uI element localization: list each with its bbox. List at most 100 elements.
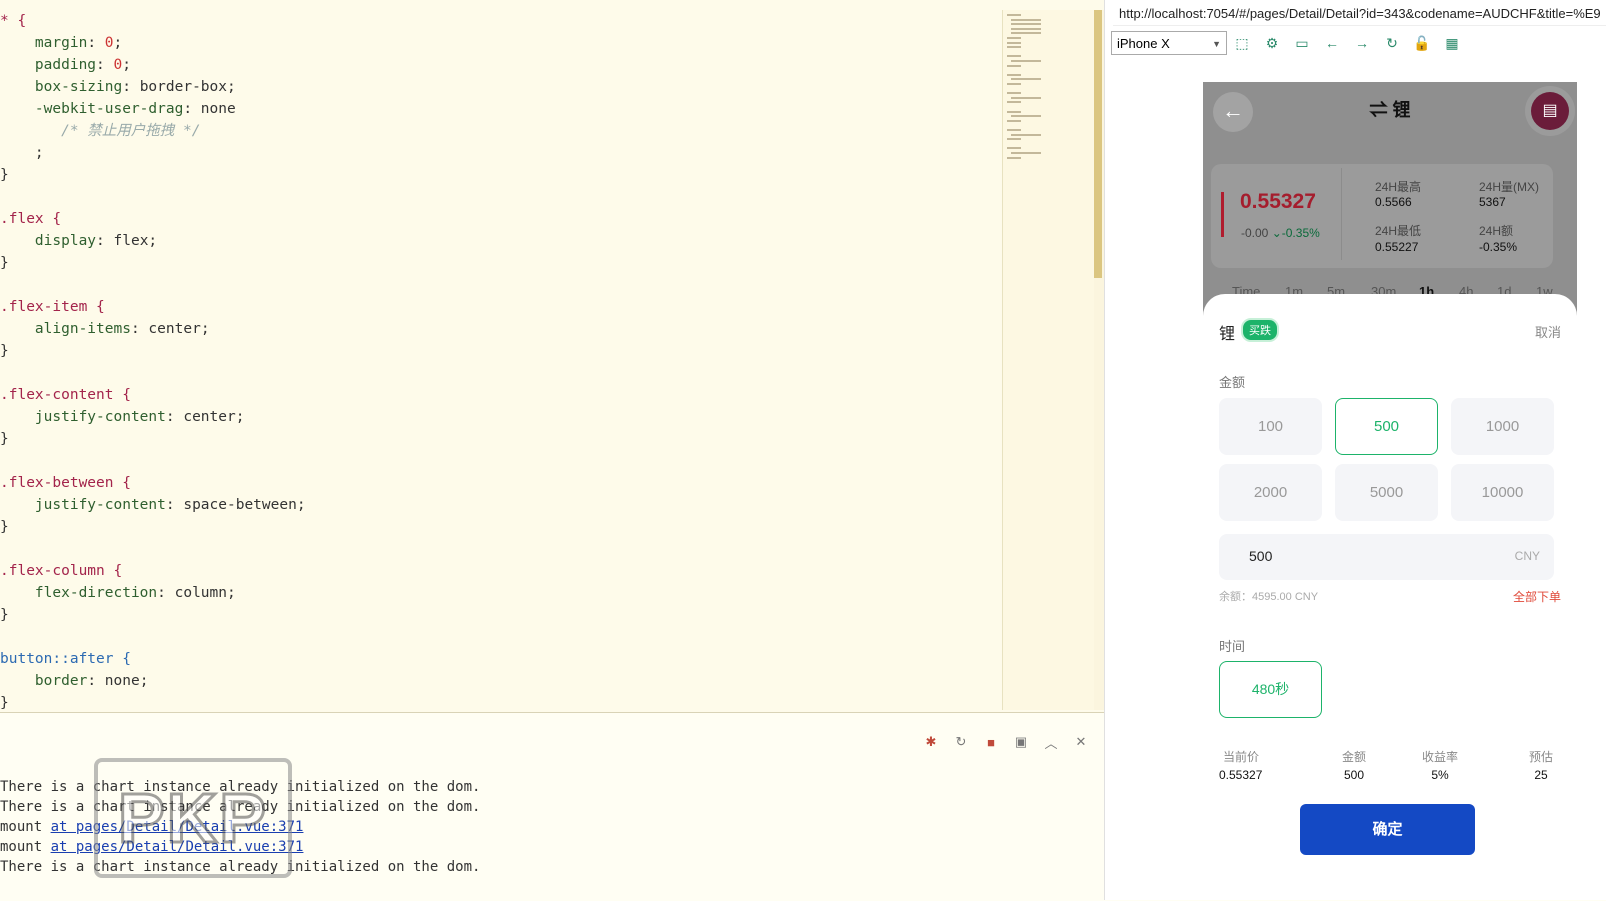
code-editor[interactable]: * { margin: 0; padding: 0; box-sizing: b… bbox=[0, 0, 1104, 712]
time-option-button[interactable]: 480秒 bbox=[1219, 661, 1322, 718]
code-line: .flex-column { bbox=[0, 560, 1000, 582]
closing-brace: } bbox=[0, 167, 9, 183]
all-in-button[interactable]: 全部下单 bbox=[1513, 588, 1561, 605]
amount-option-1000[interactable]: 1000 bbox=[1451, 398, 1554, 455]
amount-option-5000[interactable]: 5000 bbox=[1335, 464, 1438, 521]
stat-vol-label: 24H量(MX) bbox=[1479, 180, 1540, 194]
code-line: } bbox=[0, 516, 1000, 538]
time-label: 时间 bbox=[1219, 639, 1246, 654]
qr-code-icon[interactable]: ▦ bbox=[1443, 34, 1461, 52]
code-line: box-sizing: border-box; bbox=[0, 76, 1000, 98]
stop-icon[interactable]: ■ bbox=[982, 733, 1000, 751]
amount-option-100[interactable]: 100 bbox=[1219, 398, 1322, 455]
restart-icon[interactable]: ↻ bbox=[952, 733, 970, 751]
console-toolbar: ✱ ↻ ■ ▣ ︿ ✕ bbox=[922, 733, 1090, 751]
sheet-symbol: 锂 bbox=[1219, 326, 1236, 343]
amount-option-2000[interactable]: 2000 bbox=[1219, 464, 1322, 521]
bug-icon[interactable]: ✱ bbox=[922, 733, 940, 751]
device-select[interactable]: iPhone X ▼ bbox=[1111, 31, 1227, 55]
inspect-icon[interactable]: ⬚ bbox=[1233, 34, 1251, 52]
cancel-button[interactable]: 取消 bbox=[1535, 322, 1561, 341]
code-line: /* 禁止用户拖拽 */ bbox=[0, 120, 1000, 142]
code-line: } bbox=[0, 164, 1000, 186]
amount-input-value: 500 bbox=[1249, 548, 1273, 564]
colon: : bbox=[165, 497, 184, 513]
menu-button[interactable]: ▤ bbox=[1525, 86, 1575, 136]
code-line: align-items: center; bbox=[0, 318, 1000, 340]
page-title: ⇌ 锂 bbox=[1369, 100, 1411, 120]
code-line: margin: 0; bbox=[0, 32, 1000, 54]
minimap-line bbox=[1007, 14, 1021, 16]
code-line: -webkit-user-drag: none bbox=[0, 98, 1000, 120]
css-value: none bbox=[200, 101, 236, 117]
closing-brace: } bbox=[0, 519, 9, 535]
order-sheet: 锂 买跌 取消 金额 100 500 1000 2000 5000 10000 500 C… bbox=[1203, 294, 1577, 900]
stat-high-value: 0.5566 bbox=[1375, 195, 1412, 209]
colon: : bbox=[122, 79, 140, 95]
arrow-right-icon[interactable]: → bbox=[1353, 34, 1371, 52]
summary-label: 当前价 bbox=[1223, 750, 1260, 764]
minimap-line bbox=[1007, 110, 1021, 113]
summary-value: 0.55327 bbox=[1219, 768, 1263, 782]
change-value: -0.00 bbox=[1241, 226, 1269, 240]
editor-scroll-thumb[interactable] bbox=[1094, 10, 1102, 278]
css-value: none bbox=[104, 673, 140, 689]
editor-scrollbar[interactable] bbox=[1094, 10, 1104, 710]
lock-icon[interactable]: 🔓 bbox=[1413, 34, 1431, 52]
minimap-line bbox=[1007, 46, 1021, 49]
css-value: 0 bbox=[104, 35, 114, 51]
confirm-button[interactable]: 确定 bbox=[1300, 804, 1475, 855]
minimap-line bbox=[1007, 55, 1021, 58]
code-line: * { bbox=[0, 10, 1000, 32]
arrow-left-icon[interactable]: ← bbox=[1323, 34, 1341, 52]
minimap-line bbox=[1011, 96, 1041, 99]
code-line: } bbox=[0, 252, 1000, 274]
chevron-down-icon: ⌄ bbox=[1271, 226, 1282, 240]
amount-option-500[interactable]: 500 bbox=[1335, 398, 1438, 455]
screenshot-icon[interactable]: ▣ bbox=[1012, 733, 1030, 751]
summary-value: 5% bbox=[1431, 768, 1449, 782]
code-content[interactable]: * { margin: 0; padding: 0; box-sizing: b… bbox=[0, 10, 1000, 712]
css-property: box-sizing bbox=[34, 79, 123, 95]
css-selector: * { bbox=[0, 13, 27, 29]
css-selector: .flex-item { bbox=[0, 299, 105, 315]
stat-amt-label: 24H额 bbox=[1479, 224, 1514, 238]
colon: : bbox=[96, 57, 114, 73]
code-line: } bbox=[0, 428, 1000, 450]
clear-console-icon[interactable]: ✕ bbox=[1072, 733, 1090, 751]
terminal-icon[interactable]: ▭ bbox=[1293, 34, 1311, 52]
phone-screen: ← ⇌ 锂 ▤ 0.55327 -0.00 ⌄-0.35% 24H最高 0.55… bbox=[1203, 82, 1577, 900]
css-value: center bbox=[183, 409, 236, 425]
amount-option-10000[interactable]: 10000 bbox=[1451, 464, 1554, 521]
chevron-up-icon[interactable]: ︿ bbox=[1042, 733, 1060, 751]
minimap-line bbox=[1007, 129, 1021, 131]
closing-brace: } bbox=[0, 607, 9, 623]
css-property: margin bbox=[34, 35, 88, 51]
minimap-line bbox=[1011, 115, 1041, 118]
console-text: mount bbox=[0, 819, 51, 835]
css-value: 0 bbox=[113, 57, 123, 73]
semicolon: ; bbox=[235, 409, 245, 425]
css-selector: .flex-between { bbox=[0, 475, 131, 491]
refresh-icon[interactable]: ↻ bbox=[1383, 34, 1401, 52]
minimap[interactable] bbox=[1002, 10, 1095, 710]
code-line: padding: 0; bbox=[0, 54, 1000, 76]
url-bar[interactable]: http://localhost:7054/#/pages/Detail/Det… bbox=[1113, 3, 1606, 26]
settings-icon[interactable]: ⚙ bbox=[1263, 34, 1281, 52]
code-line: .flex-item { bbox=[0, 296, 1000, 318]
minimap-line bbox=[1007, 101, 1021, 104]
amount-input[interactable]: 500 CNY bbox=[1219, 534, 1554, 580]
minimap-line bbox=[1007, 138, 1021, 141]
amount-label: 金额 bbox=[1219, 375, 1246, 390]
code-line: display: flex; bbox=[0, 230, 1000, 252]
